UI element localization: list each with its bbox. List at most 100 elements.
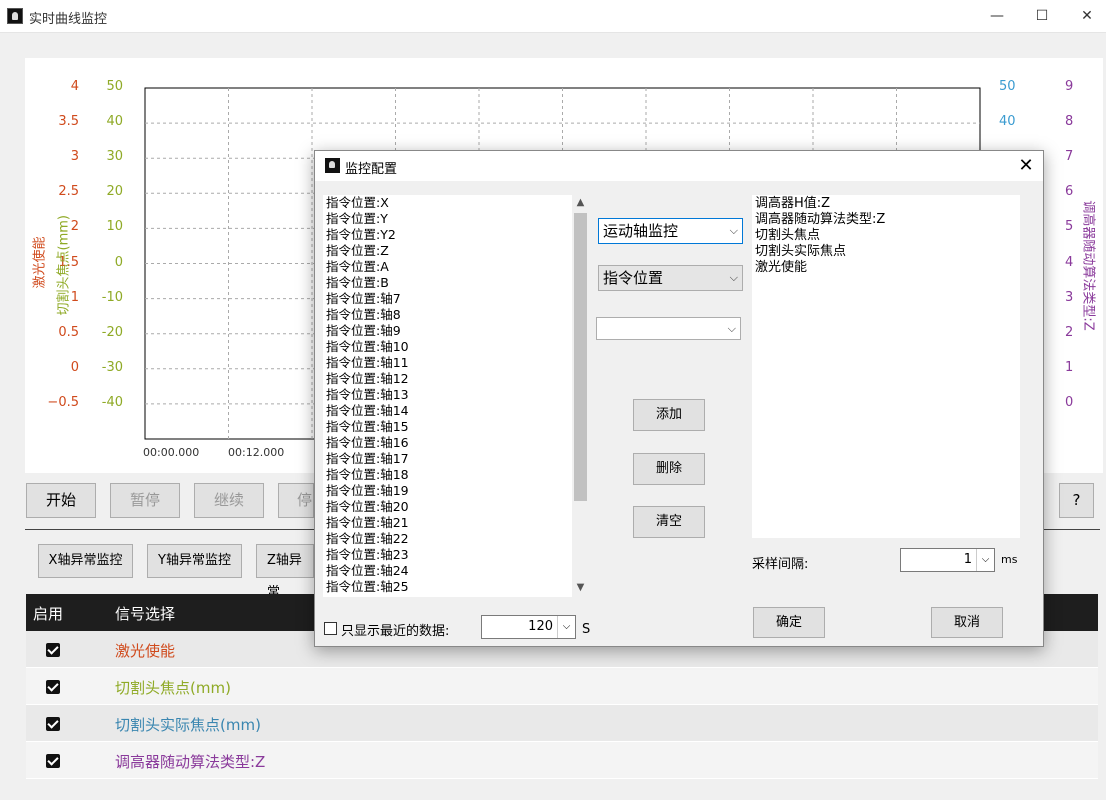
signal-list-item[interactable]: 指令位置:轴15: [323, 419, 589, 435]
signal-list-item[interactable]: 指令位置:轴9: [323, 323, 589, 339]
signal-list-item[interactable]: 指令位置:Y2: [323, 227, 589, 243]
left-axis-2-tick: -10: [101, 289, 123, 305]
left-axis-2-tick: -20: [101, 324, 123, 340]
enable-checkbox[interactable]: [46, 643, 60, 657]
stop-button[interactable]: 停: [278, 483, 314, 518]
selected-signal-item[interactable]: 调高器H值:Z: [752, 196, 1020, 212]
selected-signal-item[interactable]: 激光使能: [752, 260, 1020, 276]
type-select[interactable]: 指令位置 ⌵: [598, 265, 743, 291]
signal-list-item[interactable]: 指令位置:轴24: [323, 563, 589, 579]
recent-data-checkbox[interactable]: [324, 622, 337, 635]
right-axis-1-tick: 40: [999, 114, 1016, 130]
right-axis-2-tick: 7: [1065, 149, 1074, 165]
maximize-button[interactable]: ☐: [1019, 0, 1065, 32]
x-tick: 00:12.000: [228, 446, 285, 459]
chevron-down-icon[interactable]: ⌵: [976, 549, 994, 571]
signal-list-item[interactable]: 指令位置:轴17: [323, 451, 589, 467]
sample-interval-unit: ms: [1001, 553, 1018, 566]
signal-list-item[interactable]: 指令位置:轴14: [323, 403, 589, 419]
chevron-down-icon[interactable]: ⌵: [557, 616, 575, 638]
window-title: 实时曲线监控: [29, 12, 108, 27]
start-button[interactable]: 开始: [26, 483, 96, 518]
left-axis-2-tick: 10: [106, 219, 123, 235]
left-axis-2-tick: 0: [114, 254, 123, 270]
scroll-thumb[interactable]: [574, 213, 587, 501]
ok-button[interactable]: 确定: [753, 607, 825, 638]
left-axis-2-tick: 20: [106, 184, 123, 200]
category-select[interactable]: 运动轴监控 ⌵: [598, 218, 743, 244]
signal-list-item[interactable]: 指令位置:X: [323, 195, 589, 211]
selected-signal-item[interactable]: 切割头实际焦点: [752, 244, 1020, 260]
signal-listbox[interactable]: 指令位置:X 指令位置:Y 指令位置:Y2 指令位置:Z 指令位置:A 指令位置:B 指令位…: [323, 195, 589, 597]
table-row[interactable]: 切割头焦点(mm): [26, 668, 1098, 705]
x-axis-monitor-button[interactable]: X轴异常监控: [38, 544, 133, 578]
header-signal: 信号选择: [115, 605, 176, 623]
left-axis-2-tick: 30: [106, 149, 123, 165]
minimize-button[interactable]: —: [974, 0, 1020, 32]
left-axis-2-tick: -30: [101, 359, 123, 375]
left-axis-2-tick: 40: [106, 114, 123, 130]
monitor-config-dialog: 监控配置 ✕ 指令位置:X 指令位置:Y 指令位置:Y2 指令位置:Z 指令位置:A 指令…: [314, 150, 1044, 647]
app-icon: [7, 8, 23, 24]
pause-button[interactable]: 暂停: [110, 483, 180, 518]
recent-data-input[interactable]: 120 ⌵: [481, 615, 576, 639]
signal-list-item[interactable]: 指令位置:轴22: [323, 531, 589, 547]
signal-list-item[interactable]: 指令位置:Y: [323, 211, 589, 227]
y-axis-monitor-button[interactable]: Y轴异常监控: [147, 544, 242, 578]
scroll-down-arrow-icon[interactable]: ▼: [572, 580, 589, 596]
right-axis-1-tick: 50: [999, 79, 1016, 94]
cancel-button[interactable]: 取消: [931, 607, 1003, 638]
signal-list-item[interactable]: 指令位置:轴18: [323, 467, 589, 483]
axis-select[interactable]: ⌵: [596, 317, 741, 340]
left-axis-2-tick: 50: [106, 79, 123, 94]
resume-button[interactable]: 继续: [194, 483, 264, 518]
signal-list-item[interactable]: 指令位置:轴8: [323, 307, 589, 323]
signal-list-scrollbar[interactable]: ▲ ▼: [572, 195, 589, 597]
signal-list-item[interactable]: 指令位置:B: [323, 275, 589, 291]
signal-list-item[interactable]: 指令位置:轴19: [323, 483, 589, 499]
signal-list-item[interactable]: 指令位置:Z: [323, 243, 589, 259]
close-button[interactable]: ✕: [1064, 0, 1106, 32]
enable-checkbox[interactable]: [46, 754, 60, 768]
selected-signal-item[interactable]: 切割头焦点: [752, 228, 1020, 244]
help-button[interactable]: ?: [1059, 483, 1094, 518]
signal-list-item[interactable]: 指令位置:轴16: [323, 435, 589, 451]
dialog-title-bar: 监控配置 ✕: [315, 151, 1043, 181]
selected-signals-list[interactable]: 调高器H值:Z 调高器随动算法类型:Z 切割头焦点 切割头实际焦点 激光使能: [752, 195, 1020, 538]
header-enable: 启用: [33, 605, 64, 623]
enable-checkbox[interactable]: [46, 680, 60, 694]
signal-list-item[interactable]: 指令位置:轴13: [323, 387, 589, 403]
left-axis-1-tick: 0.5: [58, 324, 79, 340]
signal-label: 调高器随动算法类型:Z: [115, 753, 266, 771]
z-axis-monitor-button[interactable]: Z轴异常: [256, 544, 314, 600]
chevron-down-icon: ⌵: [727, 322, 736, 335]
selected-signal-item[interactable]: 调高器随动算法类型:Z: [752, 212, 1020, 228]
signal-list-item[interactable]: 指令位置:轴23: [323, 547, 589, 563]
signal-list-item[interactable]: 指令位置:轴10: [323, 339, 589, 355]
sample-interval-input[interactable]: 1 ⌵: [900, 548, 995, 572]
signal-list-item[interactable]: 指令位置:轴7: [323, 291, 589, 307]
scroll-up-arrow-icon[interactable]: ▲: [572, 195, 589, 211]
signal-list-item[interactable]: 指令位置:A: [323, 259, 589, 275]
signal-list-item[interactable]: 指令位置:轴25: [323, 579, 589, 595]
left-axis-1-tick: 3: [70, 149, 79, 165]
enable-checkbox[interactable]: [46, 717, 60, 731]
signal-list-item[interactable]: 指令位置:轴20: [323, 499, 589, 515]
title-bar: 实时曲线监控 — ☐ ✕: [0, 0, 1106, 33]
chevron-down-icon: ⌵: [729, 271, 738, 284]
delete-button[interactable]: 删除: [633, 453, 705, 485]
right-axis-2-tick: 8: [1065, 114, 1074, 130]
table-row[interactable]: 切割头实际焦点(mm): [26, 705, 1098, 742]
right-axis-2-tick: 1: [1065, 359, 1074, 375]
signal-list-item[interactable]: 指令位置:轴21: [323, 515, 589, 531]
table-row[interactable]: 调高器随动算法类型:Z: [26, 742, 1098, 779]
signal-label: 切割头焦点(mm): [115, 679, 231, 697]
signal-list-item[interactable]: 指令位置:轴12: [323, 371, 589, 387]
signal-list-item[interactable]: 指令位置:轴11: [323, 355, 589, 371]
add-button[interactable]: 添加: [633, 399, 705, 431]
dialog-close-button[interactable]: ✕: [1009, 151, 1043, 181]
clear-button[interactable]: 清空: [633, 506, 705, 538]
category-select-value: 运动轴监控: [603, 222, 679, 240]
signal-label: 切割头实际焦点(mm): [115, 716, 261, 734]
dialog-title: 监控配置: [345, 162, 398, 177]
